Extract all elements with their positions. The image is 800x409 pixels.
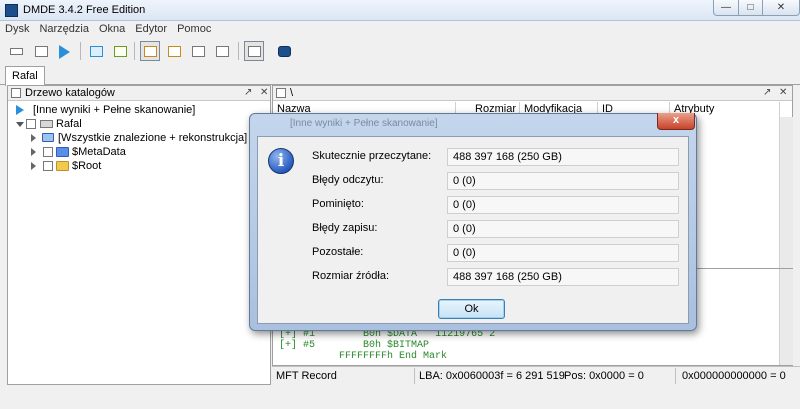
details-icon (168, 46, 181, 57)
dmde-logo-button[interactable] (274, 41, 294, 61)
label-remaining: Pozostałe: (312, 246, 364, 258)
menu-tools[interactable]: Narzędzia (34, 21, 94, 35)
record-line: FFFFFFFFh End Mark (339, 351, 448, 362)
chevron-down-icon[interactable] (16, 122, 24, 127)
directory-tree-title: Drzewo katalogów (25, 87, 115, 99)
tree-checkbox[interactable] (26, 119, 36, 129)
tree-checkbox[interactable] (43, 147, 53, 157)
flow-icon (90, 46, 103, 57)
grid-icon (192, 46, 205, 57)
panel-checkbox[interactable] (11, 88, 21, 98)
window-titlebar: DMDE 3.4.2 Free Edition — □ ✕ (0, 0, 800, 21)
file-list-scrollbar[interactable] (779, 117, 793, 269)
disk-icon (10, 48, 23, 55)
menu-help[interactable]: Pomoc (172, 21, 216, 35)
dialog-close-button[interactable]: x (657, 113, 695, 130)
status-value: 0x000000000000 = 0 (682, 370, 786, 382)
dialog-body: i Skutecznie przeczytane: 488 397 168 (2… (257, 136, 689, 324)
hex-icon (248, 46, 261, 57)
close-window-button[interactable]: ✕ (762, 0, 800, 16)
tab-strip: Rafal (0, 65, 800, 86)
directory-tree-panel: Drzewo katalogów ↗ ✕ [Inne wyniki + Pełn… (7, 85, 271, 385)
tree-icon (144, 46, 157, 57)
logo-icon (278, 46, 291, 57)
tree-item-all-found[interactable]: [Wszystkie znalezione + rekonstrukcja] (8, 131, 268, 145)
maximize-button[interactable]: □ (738, 0, 763, 16)
status-pos: Pos: 0x0000 = 0 (564, 370, 644, 382)
label-write-errors: Błędy zapisu: (312, 222, 378, 234)
current-path: \ (290, 87, 294, 99)
toolbar-separator (80, 42, 81, 60)
tree-item-metadata[interactable]: $MetaData (8, 145, 268, 159)
search-button[interactable] (212, 41, 232, 61)
tree-item-rafal[interactable]: Rafal (8, 117, 268, 131)
chevron-right-icon[interactable] (31, 134, 36, 142)
reconstruct-icon (42, 133, 54, 142)
toolbar-separator (134, 42, 135, 60)
value-read-errors: 0 (0) (447, 172, 679, 190)
record-scrollbar[interactable] (779, 269, 793, 365)
value-remaining: 0 (0) (447, 244, 679, 262)
tree-view-button[interactable] (140, 41, 160, 61)
tab-rafal[interactable]: Rafal (5, 66, 45, 86)
status-bar: MFT Record LBA: 0x0060003f = 6 291 519 P… (272, 366, 800, 384)
hex-view-button[interactable] (244, 41, 264, 61)
partitions-button[interactable] (31, 41, 51, 61)
undock-icon[interactable]: ↗ (244, 87, 252, 98)
play-icon (16, 105, 24, 115)
info-icon: i (268, 148, 294, 174)
scan-results-dialog: [Inne wyniki + Pełne skanowanie] x i Sku… (249, 113, 697, 331)
open-disk-button[interactable] (6, 41, 26, 61)
chevron-right-icon[interactable] (31, 162, 36, 170)
status-divider (675, 368, 676, 384)
label-source-size: Rozmiar źródła: (312, 270, 390, 282)
status-record: MFT Record (276, 370, 337, 382)
ok-button[interactable]: Ok (438, 299, 505, 319)
details-view-button[interactable] (164, 41, 184, 61)
tree-item-root[interactable]: $Root (8, 159, 268, 173)
value-skipped: 0 (0) (447, 196, 679, 214)
menu-disk[interactable]: Dysk (0, 21, 34, 35)
list-icon (35, 46, 48, 57)
toolbar-separator (238, 42, 239, 60)
menu-editor[interactable]: Edytor (130, 21, 172, 35)
window-title: DMDE 3.4.2 Free Edition (23, 4, 146, 16)
play-icon (59, 45, 70, 59)
folder-icon (56, 147, 69, 157)
label-read-errors: Błędy odczytu: (312, 174, 384, 186)
record-line: [+] #5 B0h $BITMAP (279, 340, 430, 351)
menu-windows[interactable]: Okna (94, 21, 130, 35)
toolbar (0, 38, 800, 65)
new-icon (114, 46, 127, 57)
minimize-button[interactable]: — (713, 0, 739, 16)
search-icon (216, 46, 229, 57)
close-panel-icon[interactable]: ✕ (260, 87, 268, 98)
tree-item-other-results[interactable]: [Inne wyniki + Pełne skanowanie] (8, 103, 268, 117)
menu-bar: Dysk Narzędzia Okna Edytor Pomoc (0, 21, 800, 38)
label-skipped: Pominięto: (312, 198, 364, 210)
undock-icon[interactable]: ↗ (763, 87, 771, 98)
label-read-ok: Skutecznie przeczytane: (312, 150, 432, 162)
grid-view-button[interactable] (188, 41, 208, 61)
scan-button[interactable] (54, 41, 74, 61)
new-document-button[interactable] (110, 41, 130, 61)
dialog-title: [Inne wyniki + Pełne skanowanie] (290, 118, 438, 129)
value-write-errors: 0 (0) (447, 220, 679, 238)
close-panel-icon[interactable]: ✕ (779, 87, 787, 98)
file-list-header: \ ↗ ✕ (273, 86, 792, 101)
tree-checkbox[interactable] (43, 161, 53, 171)
chevron-right-icon[interactable] (31, 148, 36, 156)
status-lba: LBA: 0x0060003f = 6 291 519 (419, 370, 565, 382)
directory-tree-header: Drzewo katalogów ↗ ✕ (8, 86, 270, 101)
status-divider (414, 368, 415, 384)
value-source-size: 488 397 168 (250 GB) (447, 268, 679, 286)
folder-icon (56, 161, 69, 171)
app-icon (5, 4, 18, 17)
panel-checkbox[interactable] (276, 88, 286, 98)
drive-icon (40, 120, 53, 128)
reconstruct-button[interactable] (86, 41, 106, 61)
value-read-ok: 488 397 168 (250 GB) (447, 148, 679, 166)
